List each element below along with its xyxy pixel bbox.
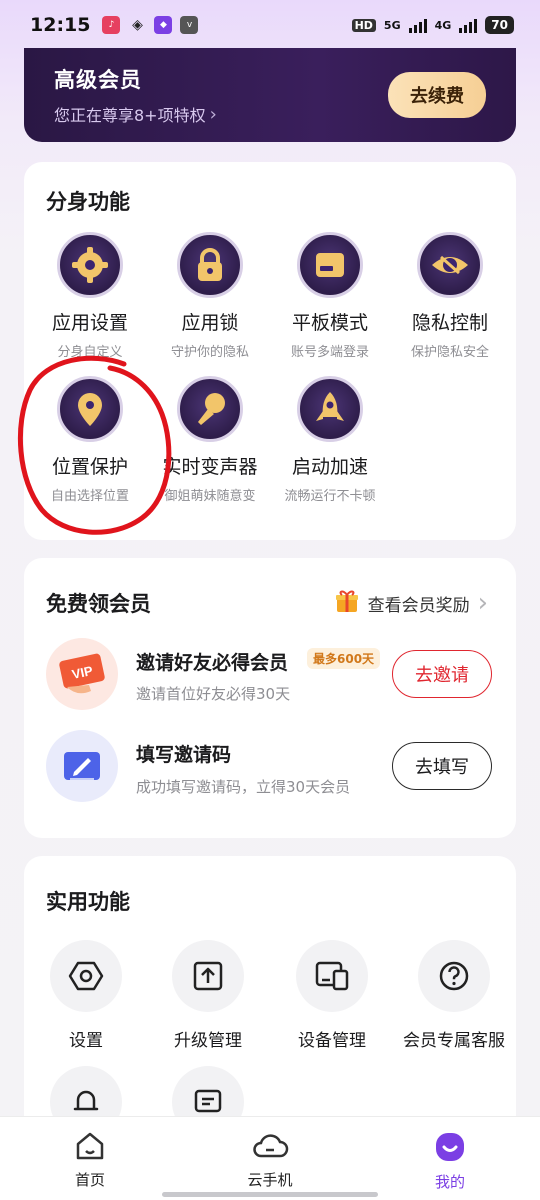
clone-features-card: 分身功能 应用设置 分身自定义 应用锁 守护你的隐私 平板模式 账号多端登录 隐… [24,162,516,540]
microphone-icon [177,376,243,442]
gift-icon [334,588,360,618]
view-rewards-link[interactable]: 查看会员奖励 › [334,588,488,618]
bottom-nav: 首页 云手机 我的 [0,1116,540,1200]
util-device-management[interactable]: 设备管理 [270,940,394,1051]
network-4g: 4G [434,18,452,32]
padlock-icon [177,232,243,298]
home-indicator [162,1192,378,1197]
invite-button[interactable]: 去邀请 [392,650,492,698]
section-title: 免费领会员 [46,592,151,616]
signal-icon [459,17,478,33]
vip-ticket-icon: VIP [46,638,118,710]
status-bar: 12:15 ♪ ◈ ◆ v HD 5G 4G 70 [0,0,540,50]
section-title: 分身功能 [46,190,130,214]
util-label: 会员专属客服 [403,1031,505,1051]
feature-location-protection[interactable]: 位置保护 自由选择位置 [30,376,150,504]
gear-icon [57,232,123,298]
app-notification-icon: v [180,16,199,34]
cloud-icon [251,1131,289,1165]
free-vip-card: 免费领会员 查看会员奖励 › VIP 邀请好友必得会员 最多600天 邀请首位好… [24,558,516,838]
fill-code-subtitle: 成功填写邀请码，立得30天会员 [136,778,351,796]
feature-voice-changer[interactable]: 实时变声器 御姐萌妹随意变 [150,376,270,504]
app-notification-icon: ◈ [132,17,143,33]
chevron-right-icon: › [477,588,488,618]
location-pin-icon [57,376,123,442]
util-settings[interactable]: 设置 [24,940,148,1051]
invite-subtitle: 邀请首位好友必得30天 [136,685,291,703]
nav-label: 云手机 [247,1171,293,1189]
util-label: 升级管理 [174,1031,242,1051]
renew-button[interactable]: 去续费 [388,72,486,118]
vip-title: 高级会员 [54,68,142,92]
nav-cloud-phone[interactable]: 云手机 [180,1117,360,1200]
feature-tablet-mode[interactable]: 平板模式 账号多端登录 [270,232,390,360]
vip-privileges-link[interactable]: 您正在尊享8+项特权 › [54,102,217,126]
utilities-card: 实用功能 设置 升级管理 设备管理 会员专属客服 [24,856,516,1146]
help-icon [418,940,490,1012]
view-rewards-label: 查看会员奖励 [367,595,470,616]
feature-label: 隐私控制 [411,312,488,334]
hd-indicator: HD [351,18,376,32]
fill-code-button[interactable]: 去填写 [392,742,492,790]
nav-home[interactable]: 首页 [0,1117,180,1200]
feature-label: 启动加速 [291,456,368,478]
fill-code-title: 填写邀请码 [136,744,232,766]
eye-slash-icon [417,232,483,298]
max-days-tag: 最多600天 [307,648,381,669]
upgrade-icon [172,940,244,1012]
tablet-icon [297,232,363,298]
feature-subtitle: 流畅运行不卡顿 [284,489,376,504]
chevron-right-icon: › [209,103,217,125]
app-notification-icon: ◆ [154,16,173,34]
feature-app-lock[interactable]: 应用锁 守护你的隐私 [150,232,270,360]
feature-subtitle: 分身自定义 [57,345,123,360]
section-title: 实用功能 [46,890,130,914]
feature-launch-boost[interactable]: 启动加速 流畅运行不卡顿 [270,376,390,504]
edit-code-icon [46,730,118,802]
invite-title: 邀请好友必得会员 [136,652,289,674]
home-icon [74,1131,106,1165]
vip-banner[interactable]: 高级会员 您正在尊享8+项特权 › 去续费 [24,48,516,142]
status-indicators: HD 5G 4G 70 [351,16,514,34]
feature-label: 平板模式 [291,312,368,334]
battery-indicator: 70 [485,16,514,34]
signal-icon [408,17,427,33]
rocket-icon [297,376,363,442]
vip-subtitle: 您正在尊享8+项特权 [54,106,206,125]
util-upgrade[interactable]: 升级管理 [146,940,270,1051]
status-time: 12:15 [30,14,91,36]
profile-icon [434,1131,466,1167]
nav-profile[interactable]: 我的 [360,1117,540,1200]
feature-subtitle: 御姐萌妹随意变 [164,489,256,504]
util-label: 设置 [69,1031,103,1051]
feature-privacy-control[interactable]: 隐私控制 保护隐私安全 [390,232,510,360]
feature-label: 位置保护 [51,456,128,478]
feature-label: 应用设置 [51,312,128,334]
util-vip-support[interactable]: 会员专属客服 [392,940,516,1051]
util-label: 设备管理 [298,1031,366,1051]
nav-label: 我的 [434,1173,465,1191]
feature-label: 实时变声器 [162,456,258,478]
feature-subtitle: 守护你的隐私 [170,345,249,360]
nav-label: 首页 [74,1171,105,1189]
app-notification-icon: ♪ [102,16,121,34]
feature-app-settings[interactable]: 应用设置 分身自定义 [30,232,150,360]
feature-subtitle: 自由选择位置 [50,489,129,504]
hexagon-settings-icon [50,940,122,1012]
feature-label: 应用锁 [181,312,239,334]
network-5g: 5G [383,18,401,32]
device-icon [296,940,368,1012]
feature-subtitle: 保护隐私安全 [410,345,489,360]
feature-subtitle: 账号多端登录 [290,345,369,360]
